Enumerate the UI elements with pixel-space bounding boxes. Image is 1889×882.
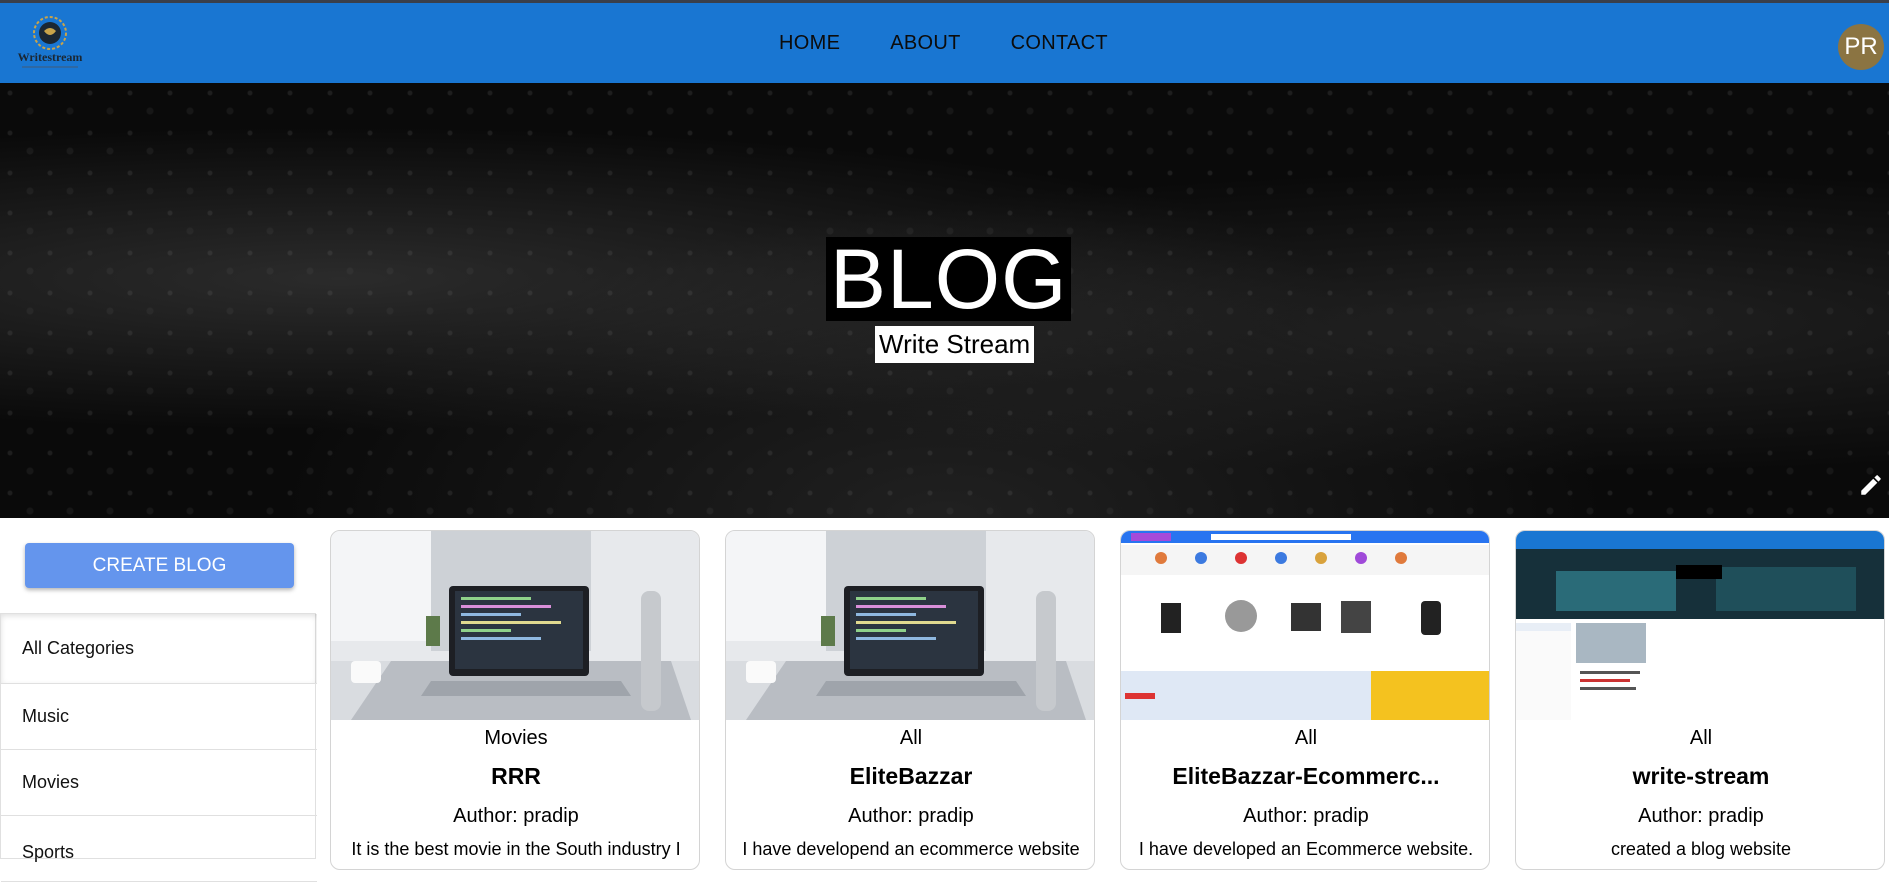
nav-about-link[interactable]: ABOUT (890, 32, 960, 55)
card-title: EliteBazzar (849, 763, 973, 789)
ecommerce-screenshot-icon (1121, 531, 1489, 720)
card-description: created a blog website (1610, 839, 1792, 859)
card-thumbnail (726, 531, 1094, 720)
category-all[interactable]: All Categories (1, 614, 317, 684)
card-description: I have developend an ecommerce website (742, 839, 1080, 859)
category-movies[interactable]: Movies (1, 750, 317, 816)
pencil-icon (1861, 475, 1881, 495)
blog-card-rrr[interactable]: Movies RRR Author: pradip It is the best… (330, 530, 700, 870)
card-category: All (1294, 727, 1318, 749)
card-description: It is the best movie in the South indust… (351, 839, 681, 859)
hero-banner: BLOG Write Stream (0, 83, 1889, 518)
card-author: Author: pradip (453, 805, 579, 827)
edit-banner-button[interactable] (1853, 467, 1889, 503)
hero-subtitle: Write Stream (875, 326, 1035, 363)
card-thumbnail (1121, 531, 1489, 720)
nav-home-link[interactable]: HOME (779, 32, 840, 55)
hero-title: BLOG (826, 237, 1072, 321)
blog-card-elitebazzar[interactable]: All EliteBazzar Author: pradip I have de… (725, 530, 1095, 870)
category-sports[interactable]: Sports (1, 816, 317, 882)
laptop-photo-icon (331, 531, 699, 720)
blog-screenshot-icon (1516, 531, 1884, 720)
card-description: I have developed an Ecommerce website. (1138, 839, 1474, 859)
card-author: Author: pradip (848, 805, 974, 827)
card-thumbnail (1516, 531, 1884, 720)
card-author: Author: pradip (1638, 805, 1764, 827)
blog-card-elitebazzar-ecommerce[interactable]: All EliteBazzar-Ecommerc... Author: prad… (1120, 530, 1490, 870)
blog-card-write-stream[interactable]: All write-stream Author: pradip created … (1515, 530, 1885, 870)
categories-table: All Categories Music Movies Sports (0, 613, 317, 882)
card-category: Movies (484, 727, 548, 749)
card-author: Author: pradip (1243, 805, 1369, 827)
navbar: Writestream HOME ABOUT CONTACT PR (0, 3, 1889, 83)
card-thumbnail (331, 531, 699, 720)
card-category: All (899, 727, 923, 749)
create-blog-button[interactable]: CREATE BLOG (25, 543, 294, 588)
nav-links: HOME ABOUT CONTACT (0, 3, 1889, 83)
card-title: EliteBazzar-Ecommerc... (1172, 763, 1440, 789)
card-category: All (1689, 727, 1713, 749)
card-title: write-stream (1632, 763, 1770, 789)
nav-contact-link[interactable]: CONTACT (1011, 32, 1108, 55)
laptop-photo-icon (726, 531, 1094, 720)
category-music[interactable]: Music (1, 684, 317, 750)
user-avatar[interactable]: PR (1838, 24, 1884, 70)
card-title: RRR (491, 763, 541, 789)
